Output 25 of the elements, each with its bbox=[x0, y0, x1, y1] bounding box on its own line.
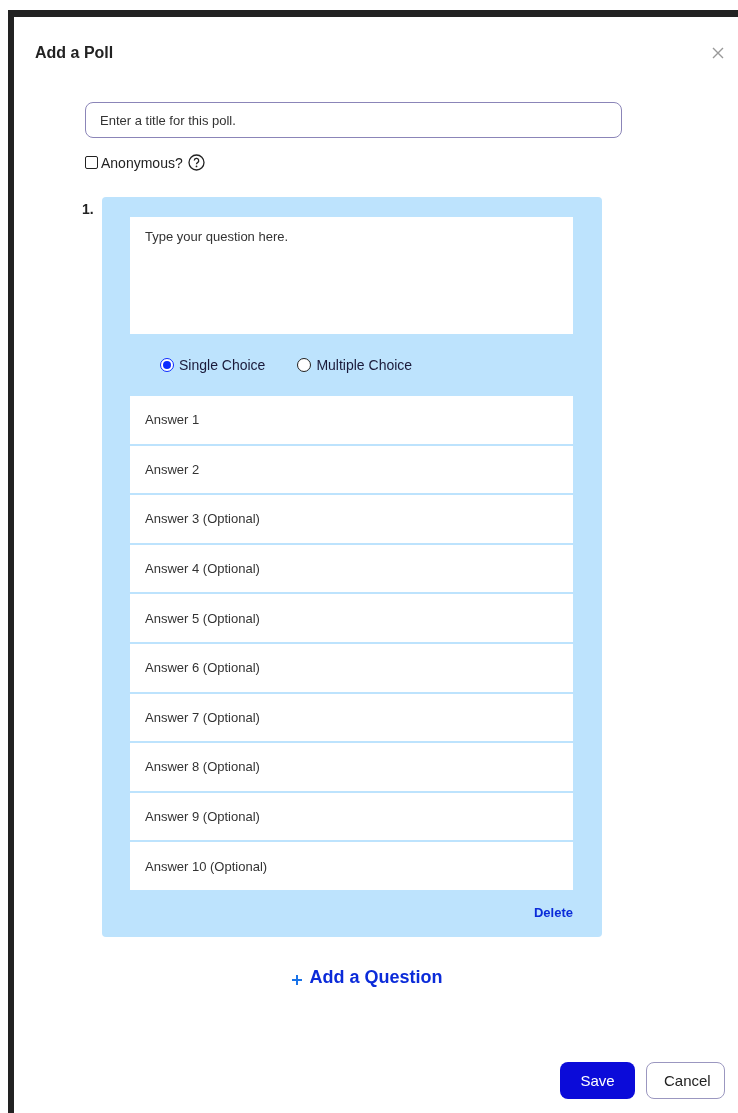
delete-link[interactable]: Delete bbox=[533, 904, 573, 927]
answer-field[interactable]: Answer 4 (Optional) bbox=[130, 544, 573, 593]
question-number: 1. bbox=[82, 200, 95, 219]
answer-field[interactable]: Answer 6 (Optional) bbox=[130, 643, 573, 692]
anonymous-checkbox[interactable] bbox=[85, 156, 98, 169]
cancel-button[interactable]: Cancel bbox=[646, 1062, 725, 1099]
answer-field[interactable]: Answer 8 (Optional) bbox=[130, 743, 573, 791]
poll-title-field[interactable]: Enter a title for this poll. bbox=[85, 102, 622, 138]
choice-type-radio[interactable]: Multiple Choice bbox=[297, 357, 413, 373]
answer-field[interactable]: Answer 5 (Optional) bbox=[130, 594, 573, 642]
close-icon[interactable] bbox=[712, 47, 724, 59]
question-field[interactable]: Type your question here. bbox=[130, 217, 573, 334]
answer-field[interactable]: Answer 7 (Optional) bbox=[130, 693, 573, 742]
answer-field[interactable]: Answer 2 bbox=[130, 445, 573, 494]
anonymous-label: Anonymous? bbox=[101, 154, 183, 171]
answer-field[interactable]: Answer 10 (Optional) bbox=[130, 842, 573, 890]
dialog-title: Add a Poll bbox=[35, 44, 114, 62]
plus-icon bbox=[291, 974, 304, 987]
choice-type-radio[interactable]: Single Choice bbox=[160, 357, 266, 373]
help-icon[interactable] bbox=[187, 154, 205, 171]
add-question-link[interactable]: Add a Question bbox=[291, 966, 443, 988]
answer-field[interactable]: Answer 1 bbox=[130, 396, 573, 444]
save-button[interactable]: Save bbox=[560, 1062, 635, 1099]
answer-field[interactable]: Answer 3 (Optional) bbox=[130, 495, 573, 543]
answer-field[interactable]: Answer 9 (Optional) bbox=[130, 792, 573, 841]
